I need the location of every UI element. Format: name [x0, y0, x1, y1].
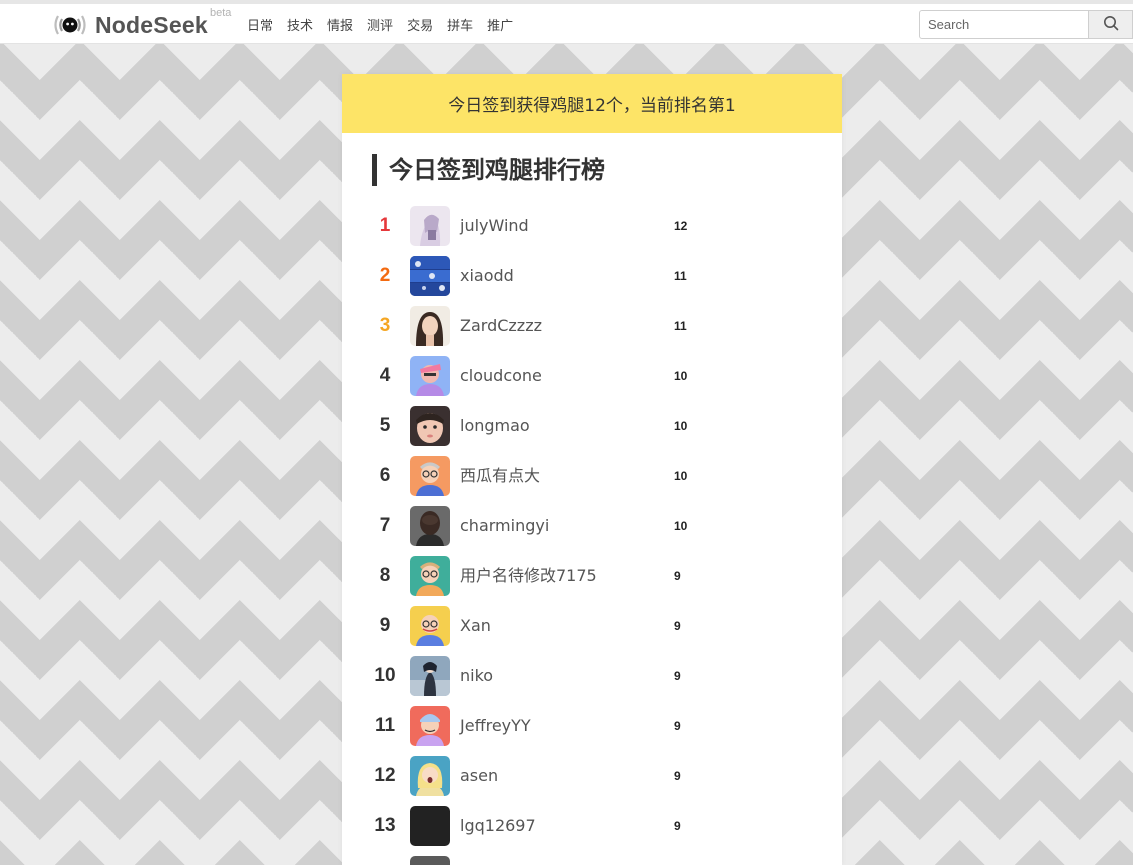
leaderboard-row: 13 lgq12697 9: [342, 804, 842, 854]
leaderboard-row: 4 cloudcone 10: [342, 354, 842, 404]
search-button[interactable]: [1089, 10, 1133, 39]
drumstick-count: 9: [674, 769, 681, 783]
rank-number: 9: [379, 615, 391, 636]
drumstick-count: 10: [674, 419, 688, 433]
signin-result-banner: 今日签到获得鸡腿12个，当前排名第1: [342, 74, 842, 133]
avatar[interactable]: [410, 206, 450, 246]
avatar[interactable]: [410, 456, 450, 496]
rank-number: 6: [379, 465, 391, 486]
nav-item-review[interactable]: 测评: [367, 15, 393, 34]
avatar[interactable]: [410, 706, 450, 746]
username-link[interactable]: asen: [460, 754, 498, 798]
leaderboard-row: 11 JeffreyYY 9: [342, 704, 842, 754]
nav-item-carpool[interactable]: 拼车: [447, 15, 473, 34]
username-link[interactable]: 西瓜有点大: [460, 454, 540, 498]
nav-item-info[interactable]: 情报: [327, 15, 353, 34]
leaderboard-row: 6 西瓜有点大 10: [342, 454, 842, 504]
username-link[interactable]: ZardCzzzz: [460, 304, 542, 348]
top-navbar: NodeSeek beta 日常 技术 情报 测评 交易 拼车 推广: [0, 0, 1133, 44]
rank-number: 4: [379, 365, 391, 386]
avatar[interactable]: [410, 356, 450, 396]
drumstick-count: 9: [674, 669, 681, 683]
leaderboard-row: 7 charmingyi 10: [342, 504, 842, 554]
avatar[interactable]: [410, 406, 450, 446]
rank-number: 5: [379, 415, 391, 436]
leaderboard-row: 8 用户名待修改7175 9: [342, 554, 842, 604]
username-link[interactable]: julyWind: [460, 204, 529, 248]
drumstick-count: 11: [674, 319, 687, 333]
leaderboard-row: 9 Xan 9: [342, 604, 842, 654]
leaderboard-row-partial: [342, 854, 842, 865]
avatar[interactable]: [410, 856, 450, 865]
site-logo[interactable]: NodeSeek beta: [52, 7, 231, 40]
drumstick-count: 10: [674, 369, 688, 383]
signin-leaderboard-panel: 今日签到获得鸡腿12个，当前排名第1 今日签到鸡腿排行榜 1 julyWind …: [342, 74, 842, 865]
rank-number: 12: [374, 765, 396, 786]
avatar[interactable]: [410, 656, 450, 696]
drumstick-count: 9: [674, 569, 681, 583]
beta-badge: beta: [210, 7, 232, 19]
nav-item-tech[interactable]: 技术: [287, 15, 313, 34]
drumstick-count: 9: [674, 619, 681, 633]
leaderboard-row: 1 julyWind 12: [342, 204, 842, 254]
signin-result-text: 今日签到获得鸡腿12个，当前排名第1: [448, 96, 736, 116]
avatar[interactable]: [410, 756, 450, 796]
drumstick-count: 10: [674, 469, 688, 483]
leaderboard-row: 2 xiaodd 11: [342, 254, 842, 304]
leaderboard-list: 1 julyWind 12 2 xiaodd 11 3 ZardCzzzz 11…: [342, 204, 842, 865]
leaderboard-row: 3 ZardCzzzz 11: [342, 304, 842, 354]
username-link[interactable]: Xan: [460, 604, 491, 648]
drumstick-count: 9: [674, 719, 681, 733]
username-link[interactable]: niko: [460, 654, 493, 698]
logo-text: NodeSeek: [95, 11, 208, 38]
username-link[interactable]: longmao: [460, 404, 530, 448]
rank-number: 7: [379, 515, 391, 536]
drumstick-count: 11: [674, 269, 687, 283]
leaderboard-title: 今日签到鸡腿排行榜: [372, 154, 605, 186]
avatar[interactable]: [410, 806, 450, 846]
rank-number: 8: [379, 565, 391, 586]
drumstick-count: 9: [674, 819, 681, 833]
username-link[interactable]: cloudcone: [460, 354, 542, 398]
rank-number: 1: [379, 215, 391, 236]
rank-number: 11: [374, 715, 396, 736]
username-link[interactable]: xiaodd: [460, 254, 514, 298]
drumstick-count: 12: [674, 219, 688, 233]
rank-number: 3: [379, 315, 391, 336]
avatar[interactable]: [410, 256, 450, 296]
drumstick-count: 10: [674, 519, 688, 533]
logo-icon: [52, 13, 88, 37]
search-box: [919, 10, 1133, 39]
search-input[interactable]: [919, 10, 1089, 39]
search-icon: [1103, 15, 1119, 35]
rank-number: 13: [374, 815, 396, 836]
nav-item-promotion[interactable]: 推广: [487, 15, 513, 34]
category-nav: 日常 技术 情报 测评 交易 拼车 推广: [247, 15, 513, 34]
leaderboard-row: 12 asen 9: [342, 754, 842, 804]
leaderboard-row: 10 niko 9: [342, 654, 842, 704]
leaderboard-row: 5 longmao 10: [342, 404, 842, 454]
username-link[interactable]: lgq12697: [460, 804, 536, 848]
rank-number: 10: [374, 665, 396, 686]
avatar[interactable]: [410, 506, 450, 546]
avatar[interactable]: [410, 306, 450, 346]
username-link[interactable]: JeffreyYY: [460, 704, 531, 748]
avatar[interactable]: [410, 606, 450, 646]
username-link[interactable]: 用户名待修改7175: [460, 554, 597, 598]
rank-number: 2: [379, 265, 391, 286]
nav-item-daily[interactable]: 日常: [247, 15, 273, 34]
username-link[interactable]: charmingyi: [460, 504, 549, 548]
nav-item-trade[interactable]: 交易: [407, 15, 433, 34]
avatar[interactable]: [410, 556, 450, 596]
